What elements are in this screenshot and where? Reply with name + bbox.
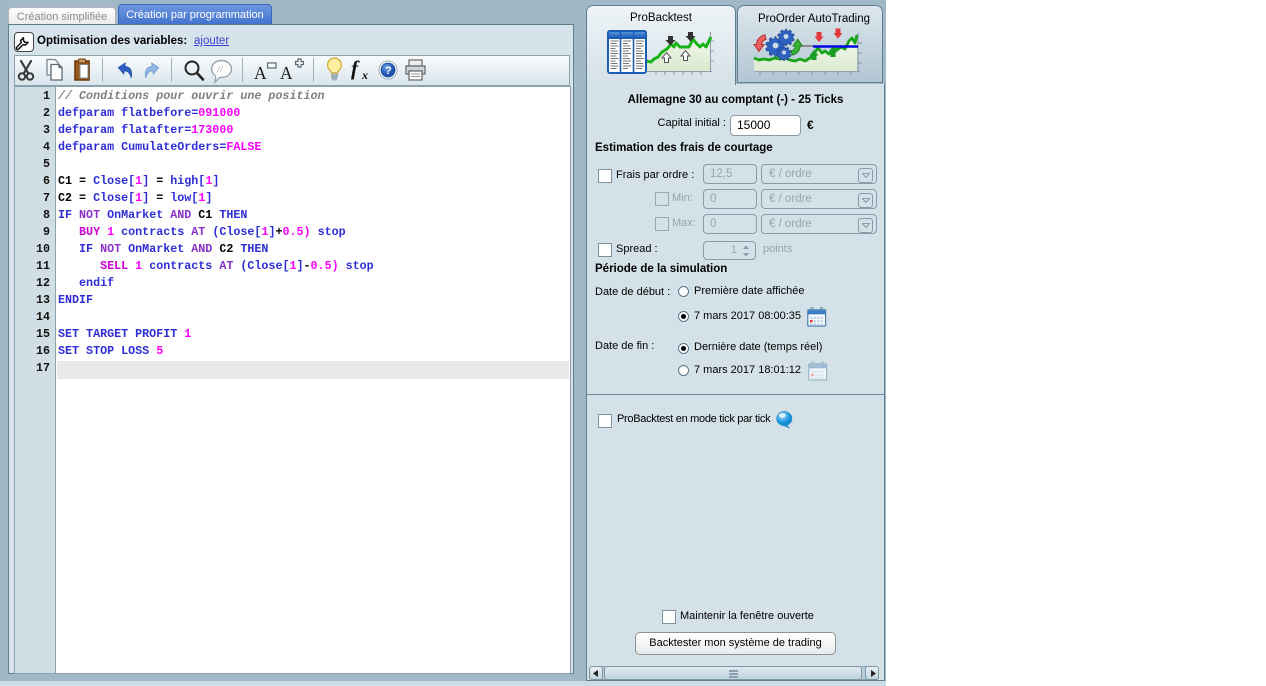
- svg-text:f: f: [351, 56, 360, 80]
- svg-text:?: ?: [385, 65, 392, 77]
- svg-text:A: A: [254, 63, 267, 81]
- svg-text:x: x: [361, 68, 368, 82]
- svg-text:A: A: [280, 63, 293, 81]
